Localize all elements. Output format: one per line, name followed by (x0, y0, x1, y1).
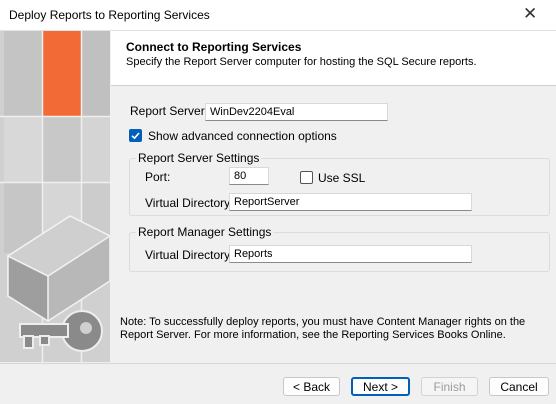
report-manager-settings-title: Report Manager Settings (136, 225, 274, 239)
manager-vdir-input[interactable] (229, 245, 472, 263)
advanced-options-checkbox[interactable] (129, 129, 142, 142)
next-button[interactable]: Next > (351, 377, 410, 396)
report-server-input[interactable] (205, 103, 388, 121)
page-title: Connect to Reporting Services (126, 40, 302, 54)
title-bar: Deploy Reports to Reporting Services ✕ (0, 0, 556, 31)
server-vdir-label: Virtual Directory: (145, 196, 234, 210)
wizard-header: Connect to Reporting Services Specify th… (111, 31, 556, 86)
cancel-button[interactable]: Cancel (489, 377, 549, 396)
footer-divider (0, 363, 556, 364)
deploy-note: Note: To successfully deploy reports, yo… (120, 316, 526, 341)
server-vdir-input[interactable] (229, 193, 472, 211)
window-title: Deploy Reports to Reporting Services (9, 8, 210, 22)
port-input[interactable] (229, 167, 269, 185)
checkmark-icon (131, 132, 140, 140)
report-server-settings-title: Report Server Settings (136, 151, 262, 165)
port-label: Port: (145, 170, 171, 184)
back-button[interactable]: < Back (283, 377, 340, 396)
close-icon[interactable]: ✕ (523, 4, 537, 24)
use-ssl-label[interactable]: Use SSL (318, 171, 365, 185)
use-ssl-checkbox[interactable] (300, 171, 313, 184)
manager-vdir-label: Virtual Directory: (145, 248, 234, 262)
page-subtitle: Specify the Report Server computer for h… (126, 56, 477, 68)
report-server-label: Report Server: (130, 104, 209, 118)
finish-button[interactable]: Finish (421, 377, 478, 396)
advanced-options-label[interactable]: Show advanced connection options (148, 129, 337, 143)
wizard-side-image (0, 31, 110, 362)
wizard-graphic (0, 31, 110, 362)
